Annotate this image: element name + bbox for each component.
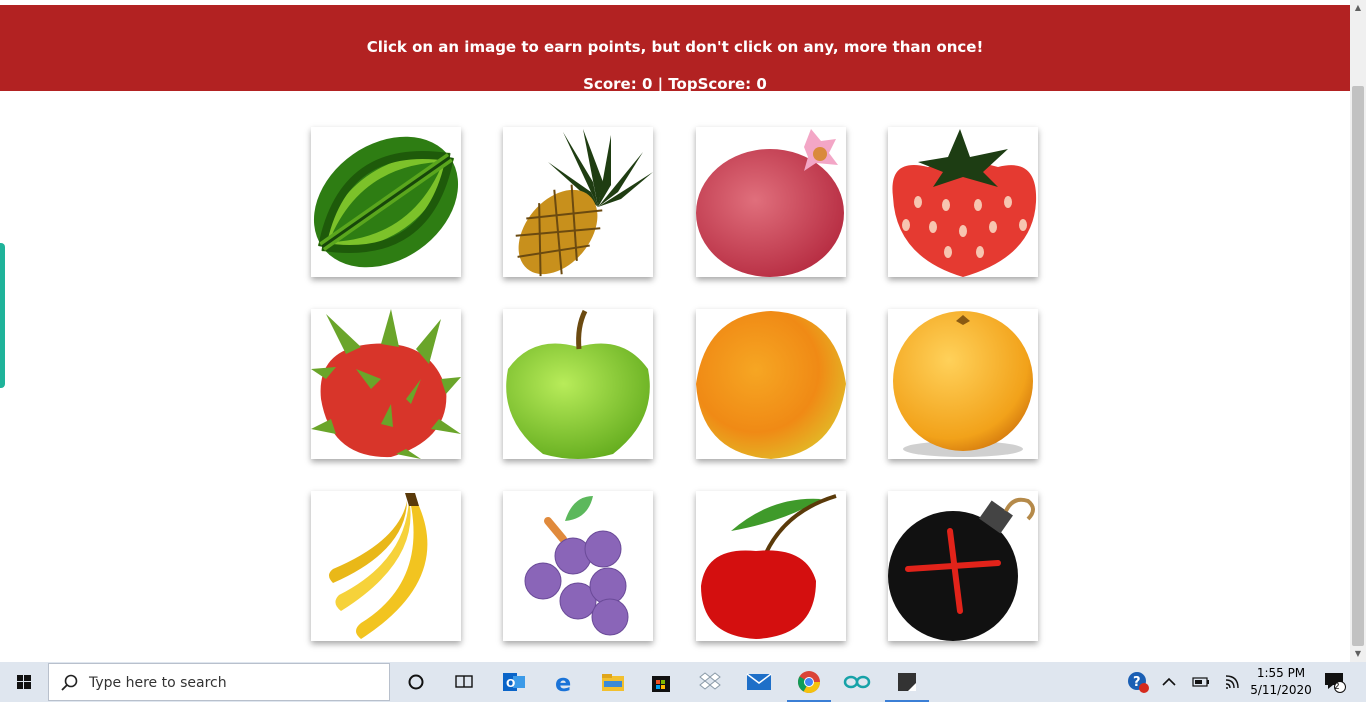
start-button[interactable]: [0, 662, 48, 702]
card-pineapple[interactable]: [503, 127, 653, 277]
card-bomb[interactable]: [888, 491, 1038, 641]
windows-logo-icon: [17, 675, 31, 689]
help-tray-icon[interactable]: ?: [1124, 662, 1152, 702]
search-icon: [61, 674, 78, 691]
dragon-fruit-image: [311, 309, 461, 459]
clock-time: 1:55 PM: [1256, 666, 1306, 680]
outlook-icon[interactable]: O: [490, 662, 538, 702]
card-dragon-fruit[interactable]: [311, 309, 461, 459]
pineapple-image: [515, 129, 653, 277]
browser-viewport: Click on an image to earn points, but do…: [0, 0, 1350, 662]
scrollbar-thumb[interactable]: [1352, 86, 1364, 646]
battery-icon[interactable]: [1188, 662, 1214, 702]
chrome-icon[interactable]: [785, 662, 833, 702]
taskbar-clock[interactable]: 1:55 PM 5/11/2020: [1248, 665, 1314, 699]
strawberry-image: [892, 129, 1037, 277]
dropbox-icon[interactable]: [686, 662, 734, 702]
watermelon-image: [313, 136, 459, 268]
side-feedback-tab[interactable]: [0, 243, 5, 388]
card-watermelon[interactable]: [311, 127, 461, 277]
card-banana[interactable]: [311, 491, 461, 641]
svg-text:O: O: [506, 677, 515, 690]
show-hidden-icons-chevron-icon[interactable]: [1156, 662, 1182, 702]
svg-text:e: e: [555, 670, 571, 694]
card-strawberry[interactable]: [888, 127, 1038, 277]
card-orange[interactable]: [696, 309, 846, 459]
orange-image: [696, 311, 846, 459]
file-explorer-icon[interactable]: [589, 662, 637, 702]
bomb-image: [888, 497, 1035, 641]
action-center-icon[interactable]: 2: [1320, 662, 1350, 702]
cortana-icon[interactable]: [392, 662, 440, 702]
green-apple-image: [506, 309, 650, 459]
score-display: Score: 0 | TopScore: 0: [583, 75, 767, 93]
notification-count-badge: 2: [1334, 682, 1340, 692]
scroll-down-icon[interactable]: ▼: [1350, 646, 1366, 662]
card-grapefruit[interactable]: [888, 309, 1038, 459]
pomegranate-image: [696, 129, 844, 277]
card-green-apple[interactable]: [503, 309, 653, 459]
search-placeholder: Type here to search: [89, 675, 227, 691]
arduino-icon[interactable]: [833, 662, 881, 702]
card-cherry[interactable]: [696, 491, 846, 641]
card-grapes[interactable]: [503, 491, 653, 641]
scroll-up-icon[interactable]: ▲: [1350, 0, 1366, 16]
card-pomegranate[interactable]: [696, 127, 846, 277]
grapes-image: [524, 496, 629, 636]
instructions-text: Click on an image to earn points, but do…: [366, 38, 984, 56]
windows-taskbar: Type here to search O e ? 1:55 PM 5/11/2…: [0, 662, 1366, 702]
sticky-notes-icon[interactable]: [883, 662, 931, 702]
store-icon[interactable]: [637, 662, 685, 702]
vertical-scrollbar[interactable]: ▲ ▼: [1350, 0, 1366, 662]
task-view-icon[interactable]: [440, 662, 488, 702]
taskbar-search-box[interactable]: Type here to search: [48, 663, 390, 701]
game-header: Click on an image to earn points, but do…: [0, 5, 1350, 93]
grapefruit-image: [893, 311, 1033, 457]
wifi-icon[interactable]: [1220, 662, 1246, 702]
clock-date: 5/11/2020: [1250, 683, 1312, 697]
mail-icon[interactable]: [735, 662, 783, 702]
cherry-image: [701, 494, 837, 639]
edge-icon[interactable]: e: [540, 662, 588, 702]
banana-image: [329, 493, 428, 639]
